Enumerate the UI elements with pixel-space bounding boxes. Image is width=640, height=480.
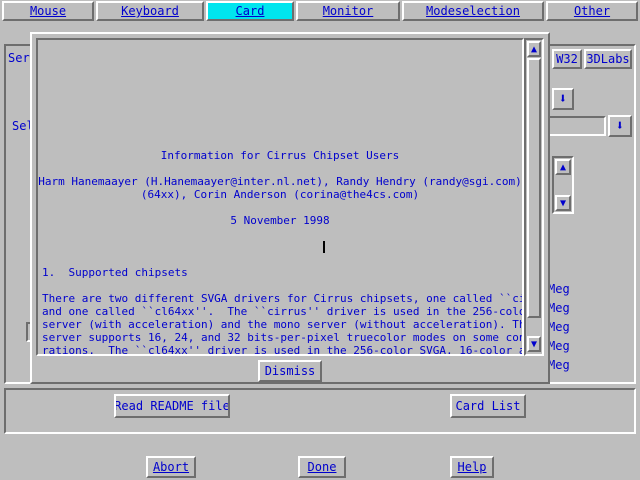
readme-text-area[interactable]: Information for Cirrus Chipset Users Har… [36, 38, 524, 356]
tab-keyboard-label: Keyboard [121, 4, 179, 18]
tab-monitor-label: Monitor [322, 4, 374, 18]
abort-button[interactable]: Abort [146, 456, 196, 478]
card-list-button-label: Card List [455, 399, 521, 413]
tab-keyboard[interactable]: Keyboard [96, 1, 204, 21]
select-field[interactable] [548, 116, 606, 136]
read-readme-button[interactable]: Read README file [114, 394, 230, 418]
meg-item: Meg [548, 301, 570, 315]
scroll-thumb[interactable] [527, 58, 541, 318]
readme-body-line: rations. The ``cl64xx'' driver is used i… [42, 344, 524, 356]
meg-item: Meg [548, 320, 570, 334]
3dlabs-button-label: 3DLabs [586, 52, 630, 66]
readme-date: 5 November 1998 [230, 214, 330, 227]
dismiss-button-label: Dismiss [264, 364, 316, 378]
select-dropdown-button[interactable]: ⬇ [608, 115, 632, 137]
done-button-label: Done [307, 460, 337, 474]
tab-other[interactable]: Other [546, 1, 638, 21]
readme-dialog: Information for Cirrus Chipset Users Har… [30, 32, 550, 384]
w32-button[interactable]: W32 [552, 49, 582, 69]
readme-body-line: server (with acceleration) and the mono … [42, 318, 524, 331]
text-cursor-icon [323, 241, 325, 253]
readme-body-line: server supports 16, 24, and 32 bits-per-… [42, 331, 524, 344]
tab-card[interactable]: Card [206, 1, 294, 21]
3dlabs-button[interactable]: 3DLabs [584, 49, 632, 69]
dropdown-arrow-icon: ⬇ [615, 118, 625, 134]
readme-body-line: There are two different SVGA drivers for… [42, 292, 524, 305]
scroll-down-icon[interactable]: ▼ [527, 336, 541, 352]
meg-item: Meg [548, 358, 570, 372]
server-dropdown-button[interactable]: ⬇ [552, 88, 574, 110]
tab-other-label: Other [573, 4, 611, 18]
readme-title: Information for Cirrus Chipset Users [160, 149, 400, 162]
help-button[interactable]: Help [450, 456, 494, 478]
readme-authors-line1: Harm Hanemaayer (H.Hanemaayer@inter.nl.n… [38, 175, 522, 188]
tab-mouse[interactable]: Mouse [2, 1, 94, 21]
readme-authors-line2: (64xx), Corin Anderson (corina@the4cs.co… [140, 188, 420, 201]
tab-modeselection[interactable]: Modeselection [402, 1, 544, 21]
tab-card-label: Card [235, 4, 265, 18]
meg-item: Meg [548, 339, 570, 353]
tab-mouse-label: Mouse [29, 4, 67, 18]
readme-body-line: and one called ``cl64xx''. The ``cirrus'… [42, 305, 524, 318]
action-row-panel [4, 388, 636, 434]
done-button[interactable]: Done [298, 456, 346, 478]
help-button-label: Help [457, 460, 487, 474]
dismiss-button[interactable]: Dismiss [258, 360, 322, 382]
side-scroll-up-icon[interactable]: ▲ [555, 159, 571, 175]
card-list-button[interactable]: Card List [450, 394, 526, 418]
meg-item: Meg [548, 282, 570, 296]
side-scroll-down-icon[interactable]: ▼ [555, 195, 571, 211]
dropdown-arrow-icon: ⬇ [558, 91, 568, 107]
w32-button-label: W32 [556, 52, 578, 66]
side-scrollbar[interactable]: ▲ ▼ [552, 156, 574, 214]
read-readme-button-label: Read README file [114, 399, 230, 413]
tab-modeselection-label: Modeselection [426, 4, 520, 18]
tab-monitor[interactable]: Monitor [296, 1, 400, 21]
readme-section-heading: 1. Supported chipsets [42, 266, 188, 279]
abort-button-label: Abort [152, 460, 190, 474]
scroll-up-icon[interactable]: ▲ [527, 41, 541, 57]
readme-scrollbar[interactable]: ▲ ▼ [524, 38, 544, 356]
